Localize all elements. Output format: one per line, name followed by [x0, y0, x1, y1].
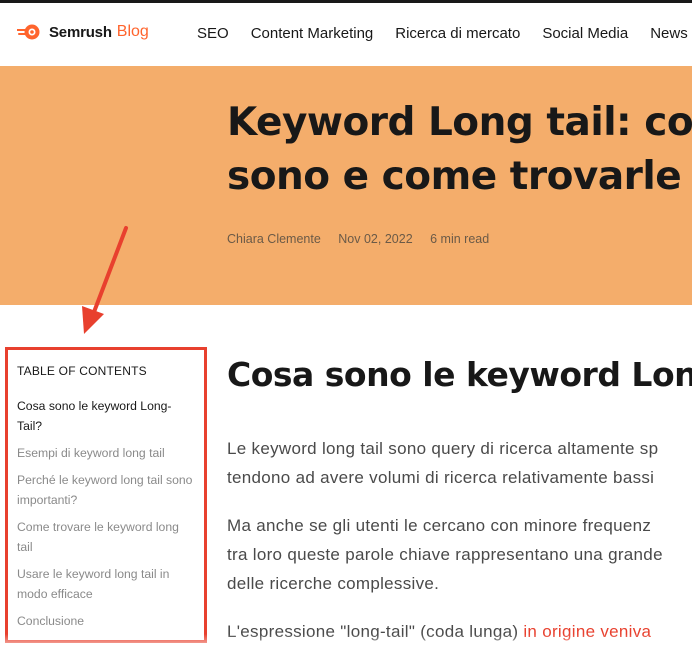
main-nav: SEO Content Marketing Ricerca di mercato…: [197, 25, 692, 42]
nav-item-seo[interactable]: SEO: [197, 25, 229, 42]
toc-list: Cosa sono le keyword Long-Tail? Esempi d…: [17, 396, 195, 638]
brand-name: Semrush: [49, 23, 112, 41]
toc-title: TABLE OF CONTENTS: [17, 364, 147, 378]
article-read-time: 6 min read: [430, 232, 490, 246]
site-header: Semrush Blog SEO Content Marketing Ricer…: [0, 3, 692, 66]
section-heading: Cosa sono le keyword Long: [227, 355, 692, 394]
brand-blog-label: Blog: [116, 23, 149, 40]
nav-item-ricerca-di-mercato[interactable]: Ricerca di mercato: [395, 25, 520, 42]
toc-item-conclusione[interactable]: Conclusione: [17, 611, 195, 631]
article-hero: Keyword Long tail: cosa sono e come trov…: [0, 66, 692, 305]
toc-item-cosa-sono[interactable]: Cosa sono le keyword Long-Tail?: [17, 396, 195, 436]
article-meta: Chiara Clemente Nov 02, 2022 6 min read: [227, 232, 503, 246]
semrush-logo[interactable]: Semrush Blog: [17, 23, 149, 41]
semrush-fireball-icon: [17, 24, 40, 40]
article-title-line-2: sono e come trovarle: [227, 154, 682, 199]
article-author[interactable]: Chiara Clemente: [227, 232, 321, 246]
article-date: Nov 02, 2022: [338, 232, 413, 246]
toc-item-esempi[interactable]: Esempi di keyword long tail: [17, 443, 195, 463]
table-of-contents: TABLE OF CONTENTS Cosa sono le keyword L…: [5, 347, 207, 643]
nav-item-content-marketing[interactable]: Content Marketing: [251, 25, 374, 42]
article-title-line-1: Keyword Long tail: cosa: [227, 100, 692, 145]
toc-item-perche-importanti[interactable]: Perché le keyword long tail sono importa…: [17, 470, 195, 510]
nav-item-news[interactable]: News: [650, 25, 688, 42]
paragraph-1: Le keyword long tail sono query di ricer…: [227, 434, 692, 492]
paragraph-2-line-2: tra loro queste parole chiave rappresent…: [227, 545, 663, 564]
toc-item-come-trovare[interactable]: Come trovare le keyword long tail: [17, 517, 195, 557]
toc-item-usare-efficace[interactable]: Usare le keyword long tail in modo effic…: [17, 564, 195, 604]
paragraph-2-line-1: Ma anche se gli utenti le cercano con mi…: [227, 516, 652, 535]
article-content: TABLE OF CONTENTS Cosa sono le keyword L…: [0, 305, 692, 648]
paragraph-2-line-3: delle ricerche complessive.: [227, 574, 440, 593]
paragraph-2: Ma anche se gli utenti le cercano con mi…: [227, 511, 692, 598]
nav-item-social-media[interactable]: Social Media: [542, 25, 628, 42]
paragraph-3-text: L'espressione "long-tail" (coda lunga): [227, 622, 524, 641]
paragraph-3-link[interactable]: in origine veniva: [523, 622, 651, 641]
paragraph-1-line-2: tendono ad avere volumi di ricerca relat…: [227, 468, 655, 487]
article-title: Keyword Long tail: cosa sono e come trov…: [227, 96, 692, 204]
paragraph-3: L'espressione "long-tail" (coda lunga) i…: [227, 617, 692, 646]
paragraph-1-line-1: Le keyword long tail sono query di ricer…: [227, 439, 659, 458]
